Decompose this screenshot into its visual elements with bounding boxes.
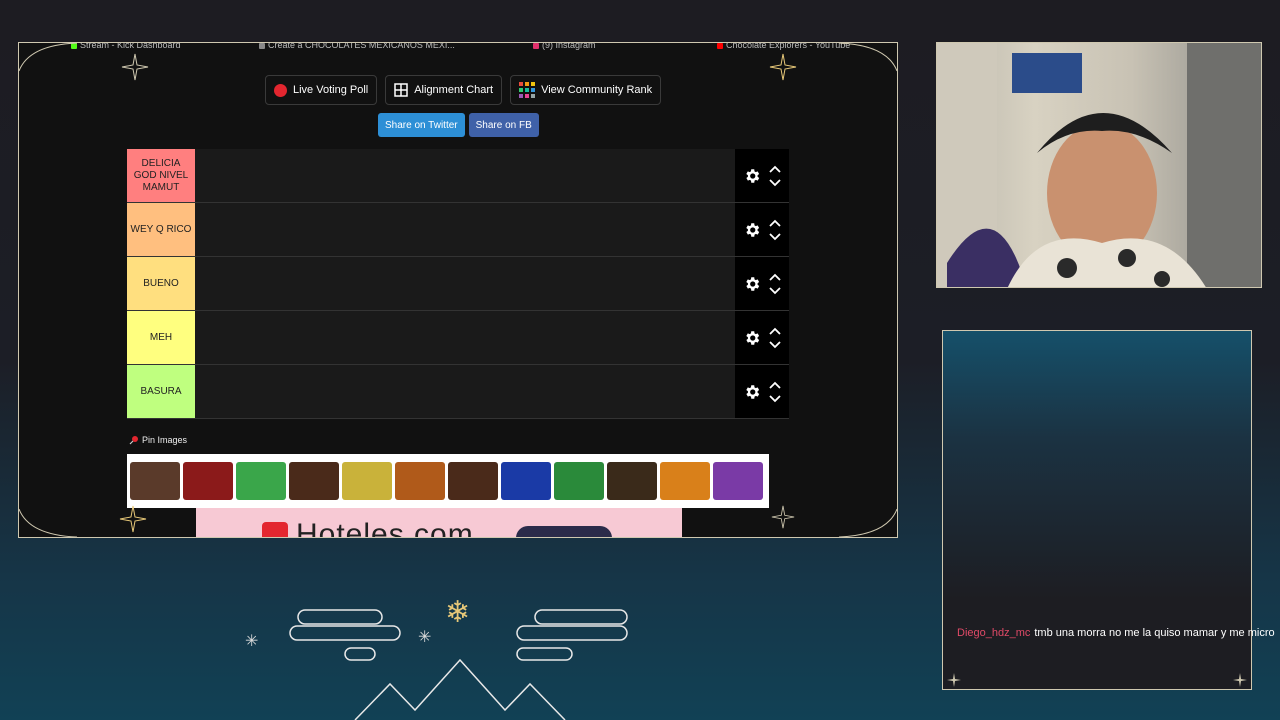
chevron-down-icon[interactable] [769,286,781,295]
tier-dropzone[interactable] [195,203,735,256]
share-buttons: Share on Twitter Share on FB [378,113,539,137]
chevron-up-icon[interactable] [769,273,781,281]
chevron-down-icon[interactable] [769,340,781,349]
tab-kick[interactable]: Stream - Kick Dashboard [71,43,181,50]
hotels-logo-icon [262,522,288,537]
chevron-down-icon[interactable] [769,178,781,187]
chat-text: tmb una morra no me la quiso mamar y me … [1034,627,1275,639]
ad-cta-button[interactable] [516,526,612,537]
youtube-icon [717,43,723,49]
chevron-down-icon[interactable] [769,394,781,403]
svg-text:✳: ✳ [418,627,431,646]
tier-item-dove[interactable] [183,462,233,500]
tier-item-almond[interactable] [554,462,604,500]
tier-item-bocadin[interactable] [236,462,286,500]
color-grid-icon [519,82,536,98]
tier-controls [735,149,789,202]
tier-label[interactable]: DELICIA GOD NIVEL MAMUT [127,149,195,202]
chevron-up-icon[interactable] [769,219,781,227]
sparkle-icon [947,673,961,687]
sparkle-icon [121,53,149,81]
record-icon [274,83,287,97]
tier-dropzone[interactable] [195,311,735,364]
frame-ornament [838,43,897,72]
tier-row: MEH [127,311,789,365]
tier-row: WEY Q RICO [127,203,789,257]
gear-icon[interactable] [743,221,761,239]
webcam-feed [936,42,1262,288]
gear-icon[interactable] [743,167,761,185]
tab-youtube[interactable]: Chocolate Explorers - YouTube [717,43,850,50]
winter-decoration: ❄ ✳ ✳ [245,595,628,720]
tier-label[interactable]: MEH [127,311,195,364]
tab-tiermaker[interactable]: Create a CHOCOLATES MEXICANOS MEXI... [259,43,455,50]
frame-ornament [19,43,78,72]
gear-icon[interactable] [743,383,761,401]
tier-item-cake[interactable] [342,462,392,500]
tier-item-snickers[interactable] [607,462,657,500]
sparkle-icon [769,53,797,81]
frame-ornament [838,508,897,537]
tier-row: BASURA [127,365,789,419]
tier-list: DELICIA GOD NIVEL MAMUT WEY Q RICO BUENO… [127,149,789,419]
chat-panel: Diego_hdz_mc tmb una morra no me la quiso… [942,330,1275,690]
sparkle-icon [119,505,147,533]
view-community-rank-button[interactable]: View Community Rank [510,75,662,105]
tier-item-bag[interactable] [395,462,445,500]
tier-dropzone[interactable] [195,257,735,310]
action-buttons: Live Voting Poll Alignment Chart View Co… [265,75,662,105]
gear-icon[interactable] [743,329,761,347]
share-twitter-button[interactable]: Share on Twitter [378,113,465,137]
sparkle-icon [771,505,795,529]
page-icon [259,43,265,49]
tier-item-mms[interactable] [289,462,339,500]
tier-item-dove-2[interactable] [501,462,551,500]
chat-message: Diego_hdz_mc tmb una morra no me la quiso… [957,625,1280,641]
chat-username[interactable]: Diego_hdz_mc [957,627,1030,639]
browser-frame: Stream - Kick Dashboard Create a CHOCOLA… [18,42,898,538]
chevron-down-icon[interactable] [769,232,781,241]
ad-banner[interactable]: Hoteles.com [196,508,682,538]
tier-item-hersheys[interactable] [448,462,498,500]
instagram-icon [533,43,539,49]
tier-label[interactable]: BUENO [127,257,195,310]
chevron-up-icon[interactable] [769,327,781,335]
frame-ornament [19,508,78,537]
pin-images-toggle[interactable]: Pin Images [129,435,187,445]
chevron-up-icon[interactable] [769,381,781,389]
tier-controls [735,203,789,256]
tier-controls [735,257,789,310]
tier-controls [735,365,789,418]
svg-text:❄: ❄ [445,595,470,630]
tab-instagram[interactable]: (9) Instagram [533,43,596,50]
tier-item-milky-way[interactable] [130,462,180,500]
ad-text: Hoteles.com [296,518,474,538]
tier-dropzone[interactable] [195,365,735,418]
pushpin-icon [129,436,138,445]
gear-icon[interactable] [743,275,761,293]
tier-item-canasta[interactable] [660,462,710,500]
tier-item-mix[interactable] [713,462,763,500]
grid-icon [394,83,408,97]
svg-text:✳: ✳ [245,631,258,650]
tier-label[interactable]: WEY Q RICO [127,203,195,256]
live-voting-poll-button[interactable]: Live Voting Poll [265,75,378,105]
share-fb-button[interactable]: Share on FB [468,113,539,137]
tier-label[interactable]: BASURA [127,365,195,418]
tier-row: DELICIA GOD NIVEL MAMUT [127,149,789,203]
alignment-chart-button[interactable]: Alignment Chart [385,75,503,105]
browser-tabs: Stream - Kick Dashboard Create a CHOCOLA… [19,43,897,53]
streamer-image [937,43,1261,287]
tier-row: BUENO [127,257,789,311]
image-tray [127,454,769,508]
tier-dropzone[interactable] [195,149,735,202]
sparkle-icon [1233,673,1247,687]
chevron-up-icon[interactable] [769,165,781,173]
tier-controls [735,311,789,364]
